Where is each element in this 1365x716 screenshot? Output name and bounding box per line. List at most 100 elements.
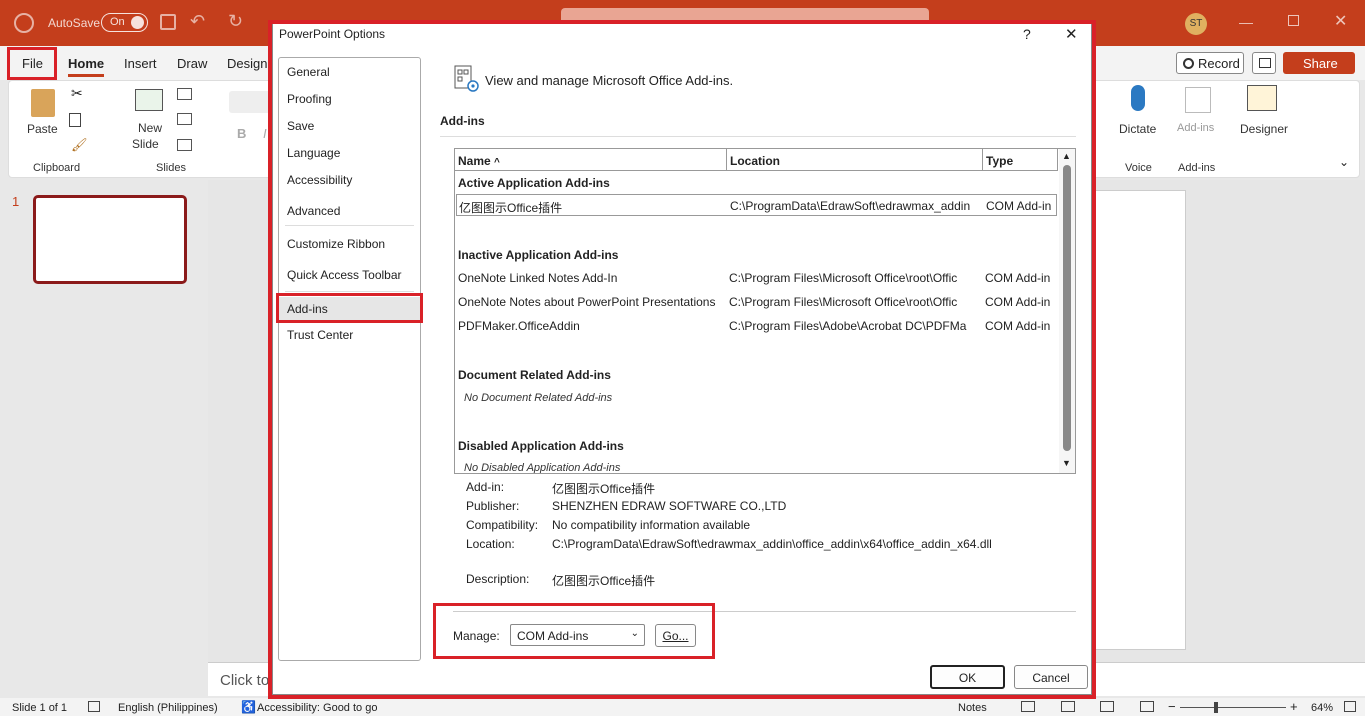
- nav-addins-selected[interactable]: Add-ins: [279, 297, 420, 321]
- undo-icon[interactable]: ↶: [190, 11, 205, 32]
- addins-group-label: Add-ins: [1178, 162, 1216, 174]
- designer-icon[interactable]: [1247, 85, 1277, 111]
- addins-table: Name ^ Location Type Active Application …: [454, 148, 1076, 474]
- table-row[interactable]: OneNote Linked Notes Add-In C:\Program F…: [456, 267, 1057, 289]
- scroll-up-icon[interactable]: ▲: [1062, 151, 1071, 161]
- cancel-button[interactable]: Cancel: [1014, 665, 1088, 689]
- nav-accessibility[interactable]: Accessibility: [287, 173, 352, 187]
- manage-label: Manage:: [453, 629, 500, 643]
- format-painter-icon[interactable]: 🖌: [71, 137, 88, 153]
- normal-view-icon[interactable]: [1021, 701, 1035, 712]
- go-button-label: Go...: [662, 629, 689, 643]
- manage-select[interactable]: COM Add-ins ⌄: [510, 624, 645, 646]
- italic-icon[interactable]: I: [263, 126, 267, 141]
- help-button[interactable]: ?: [1023, 26, 1031, 42]
- reading-view-icon[interactable]: [1100, 701, 1114, 712]
- tab-draw[interactable]: Draw: [177, 56, 207, 71]
- section-icon[interactable]: [177, 139, 192, 151]
- addins-icon[interactable]: [1185, 87, 1211, 113]
- language-status[interactable]: English (Philippines): [118, 702, 218, 714]
- addin-name: OneNote Notes about PowerPoint Presentat…: [458, 295, 716, 309]
- manage-divider: [453, 611, 1076, 612]
- bold-icon[interactable]: B: [237, 126, 246, 141]
- column-header-type[interactable]: Type: [983, 149, 1058, 171]
- table-row[interactable]: PDFMaker.OfficeAddin C:\Program Files\Ad…: [456, 315, 1057, 337]
- detail-publisher-value: SHENZHEN EDRAW SOFTWARE CO.,LTD: [552, 499, 787, 513]
- inactive-addins-header: Inactive Application Add-ins: [458, 248, 619, 262]
- ok-button[interactable]: OK: [930, 665, 1005, 689]
- column-header-location[interactable]: Location: [727, 149, 983, 171]
- autosave-toggle[interactable]: On: [101, 13, 148, 32]
- nav-proofing[interactable]: Proofing: [287, 92, 332, 106]
- spelling-icon[interactable]: [88, 701, 100, 712]
- addin-location: C:\ProgramData\EdrawSoft\edrawmax_addin: [730, 199, 971, 213]
- redo-icon[interactable]: ↻: [228, 11, 243, 32]
- collapse-ribbon-icon[interactable]: ⌄: [1339, 155, 1349, 169]
- user-avatar[interactable]: ST: [1185, 13, 1207, 35]
- tab-design[interactable]: Design: [227, 56, 267, 71]
- nav-quick-access-toolbar[interactable]: Quick Access Toolbar: [287, 268, 402, 282]
- comment-icon: [1259, 58, 1271, 68]
- sort-ascending-icon: ^: [494, 157, 500, 168]
- comments-button[interactable]: [1252, 52, 1276, 74]
- save-icon[interactable]: [160, 14, 176, 30]
- new-slide-icon[interactable]: [135, 89, 163, 111]
- addin-type: COM Add-in: [986, 199, 1052, 213]
- disabled-addins-header: Disabled Application Add-ins: [458, 439, 624, 453]
- tab-file[interactable]: File: [22, 56, 43, 71]
- reset-icon[interactable]: [177, 113, 192, 125]
- tab-insert[interactable]: Insert: [124, 56, 157, 71]
- copy-icon[interactable]: [69, 113, 81, 127]
- notes-button[interactable]: Notes: [958, 702, 987, 714]
- close-window-icon[interactable]: ✕: [1334, 11, 1347, 31]
- dialog-close-button[interactable]: ✕: [1065, 25, 1078, 43]
- restore-icon[interactable]: [1288, 15, 1299, 26]
- scroll-down-icon[interactable]: ▼: [1062, 458, 1071, 468]
- nav-customize-ribbon[interactable]: Customize Ribbon: [287, 237, 385, 251]
- nav-save[interactable]: Save: [287, 119, 314, 133]
- slide-sorter-icon[interactable]: [1061, 701, 1075, 712]
- table-scrollbar[interactable]: ▲ ▼: [1059, 149, 1075, 473]
- table-row[interactable]: 亿图图示Office插件 C:\ProgramData\EdrawSoft\ed…: [456, 194, 1057, 216]
- record-button[interactable]: Record: [1176, 52, 1244, 74]
- paste-icon[interactable]: [31, 89, 55, 117]
- zoom-slider[interactable]: [1180, 702, 1286, 713]
- go-button[interactable]: Go...: [655, 624, 696, 647]
- addin-name: PDFMaker.OfficeAddin: [458, 319, 580, 333]
- accessibility-status[interactable]: Accessibility: Good to go: [257, 702, 377, 714]
- nav-general[interactable]: General: [287, 65, 330, 79]
- nav-trust-center[interactable]: Trust Center: [287, 328, 353, 342]
- zoom-level[interactable]: 64%: [1311, 702, 1333, 714]
- addin-name: OneNote Linked Notes Add-In: [458, 271, 618, 285]
- voice-group-label: Voice: [1125, 162, 1152, 174]
- minimize-icon[interactable]: —: [1239, 14, 1253, 30]
- zoom-out-icon[interactable]: −: [1168, 699, 1176, 714]
- nav-language[interactable]: Language: [287, 146, 340, 160]
- accessibility-icon[interactable]: ♿: [241, 700, 256, 714]
- scroll-thumb[interactable]: [1063, 165, 1071, 451]
- zoom-in-icon[interactable]: +: [1290, 699, 1298, 714]
- table-row[interactable]: OneNote Notes about PowerPoint Presentat…: [456, 291, 1057, 313]
- share-button[interactable]: Share: [1283, 52, 1355, 74]
- detail-compat-label: Compatibility:: [466, 518, 539, 532]
- tab-home[interactable]: Home: [68, 56, 105, 77]
- slide-canvas[interactable]: [1088, 190, 1186, 650]
- slides-group-label: Slides: [156, 162, 186, 174]
- column-header-name[interactable]: Name ^: [455, 149, 727, 171]
- slide-number: 1: [12, 194, 20, 209]
- addin-location: C:\Program Files\Microsoft Office\root\O…: [729, 295, 958, 309]
- nav-addins: Add-ins: [287, 302, 328, 316]
- detail-location-value: C:\ProgramData\EdrawSoft\edrawmax_addin\…: [552, 537, 992, 551]
- addins-manage-icon: [454, 65, 479, 92]
- microphone-icon[interactable]: [1131, 85, 1145, 111]
- slide-thumbnail[interactable]: [33, 195, 187, 284]
- detail-addin-value: 亿图图示Office插件: [552, 482, 656, 496]
- nav-advanced[interactable]: Advanced: [287, 204, 340, 218]
- location-header-label: Location: [730, 154, 780, 168]
- document-addins-empty: No Document Related Add-ins: [464, 392, 613, 404]
- cut-icon[interactable]: ✂: [71, 85, 83, 102]
- detail-desc-label: Description:: [466, 572, 530, 586]
- slideshow-icon[interactable]: [1140, 701, 1154, 712]
- fit-slide-icon[interactable]: [1344, 701, 1356, 712]
- layout-icon[interactable]: [177, 88, 192, 100]
